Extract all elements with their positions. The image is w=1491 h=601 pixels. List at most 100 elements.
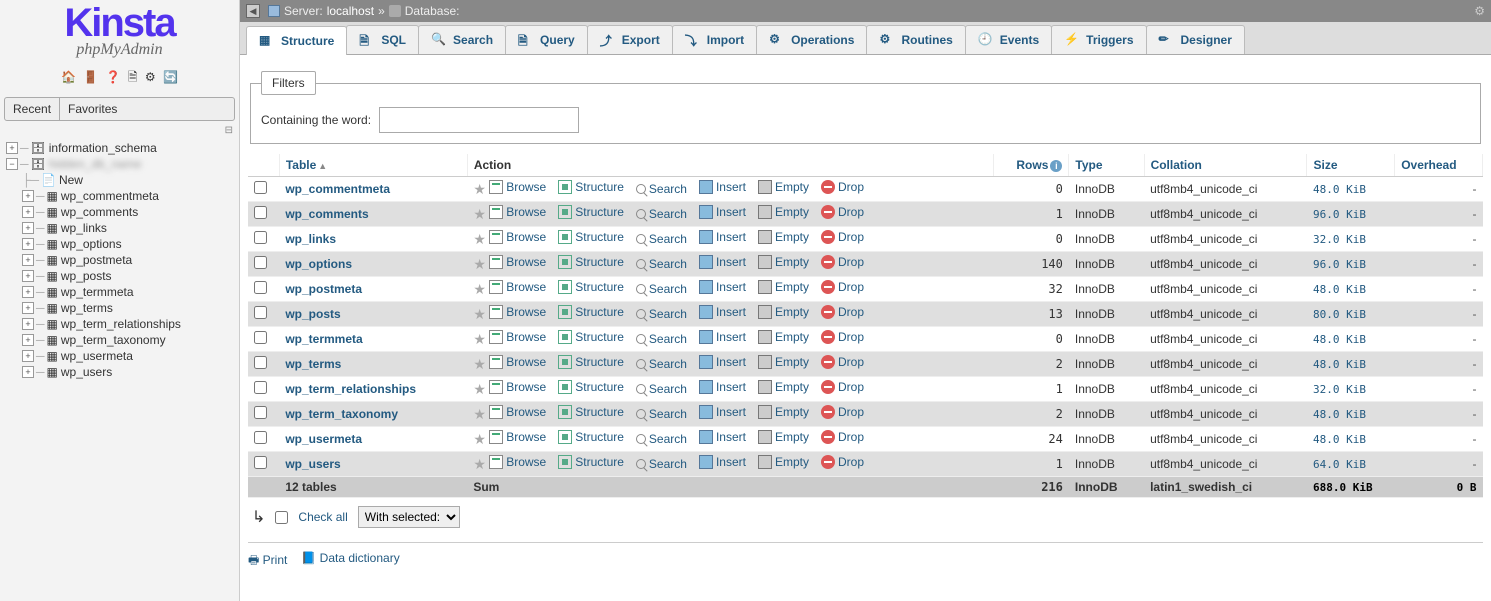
checkall-label[interactable]: Check all	[298, 510, 347, 524]
insert-link[interactable]: Insert	[699, 380, 746, 394]
col-rows[interactable]: Rows	[1016, 158, 1048, 172]
sql-icon[interactable]: 🗎	[128, 70, 138, 84]
browse-link[interactable]: Browse	[489, 330, 546, 344]
browse-link[interactable]: Browse	[489, 305, 546, 319]
info-icon[interactable]: i	[1050, 160, 1062, 172]
expand-icon[interactable]: +	[22, 302, 34, 314]
table-name-link[interactable]: wp_comments	[285, 207, 368, 221]
favorite-star-icon[interactable]: ★	[473, 456, 486, 472]
expand-icon[interactable]: +	[22, 350, 34, 362]
tree-new[interactable]: ├─📄 New	[2, 172, 237, 188]
expand-icon[interactable]: +	[22, 238, 34, 250]
insert-link[interactable]: Insert	[699, 205, 746, 219]
col-overhead[interactable]: Overhead	[1401, 158, 1456, 172]
empty-link[interactable]: Empty	[758, 380, 809, 394]
docs-icon[interactable]: ❓	[106, 70, 121, 84]
drop-link[interactable]: Drop	[821, 355, 864, 369]
table-name-link[interactable]: wp_postmeta	[285, 282, 362, 296]
tree-table[interactable]: +─▦wp_commentmeta	[2, 188, 237, 204]
search-link[interactable]: Search	[636, 282, 687, 296]
favorites-tab[interactable]: Favorites	[59, 98, 125, 120]
favorite-star-icon[interactable]: ★	[473, 331, 486, 347]
insert-link[interactable]: Insert	[699, 280, 746, 294]
structure-link[interactable]: Structure	[558, 255, 624, 269]
tree-table[interactable]: +─▦wp_users	[2, 364, 237, 380]
row-checkbox[interactable]	[254, 406, 267, 419]
empty-link[interactable]: Empty	[758, 355, 809, 369]
tab-structure[interactable]: ▦Structure	[246, 26, 347, 55]
gear-icon[interactable]: ⚙	[1474, 4, 1485, 18]
collapse-icon[interactable]: ⊟	[0, 125, 239, 136]
structure-link[interactable]: Structure	[558, 405, 624, 419]
browse-link[interactable]: Browse	[489, 430, 546, 444]
empty-link[interactable]: Empty	[758, 305, 809, 319]
insert-link[interactable]: Insert	[699, 355, 746, 369]
nav-back-icon[interactable]: ◀	[246, 4, 260, 18]
table-name-link[interactable]: wp_posts	[285, 307, 340, 321]
row-checkbox[interactable]	[254, 206, 267, 219]
structure-link[interactable]: Structure	[558, 230, 624, 244]
server-link[interactable]: localhost	[327, 4, 374, 18]
row-checkbox[interactable]	[254, 456, 267, 469]
home-icon[interactable]: 🏠	[61, 70, 76, 84]
insert-link[interactable]: Insert	[699, 255, 746, 269]
recent-tab[interactable]: Recent	[5, 98, 59, 120]
structure-link[interactable]: Structure	[558, 380, 624, 394]
filter-input[interactable]	[379, 107, 579, 133]
tab-events[interactable]: 🕘Events	[965, 25, 1052, 54]
search-link[interactable]: Search	[636, 182, 687, 196]
drop-link[interactable]: Drop	[821, 430, 864, 444]
tree-table[interactable]: +─▦wp_posts	[2, 268, 237, 284]
table-name-link[interactable]: wp_options	[285, 257, 352, 271]
reload-icon[interactable]: 🔄	[163, 70, 178, 84]
table-name-link[interactable]: wp_commentmeta	[285, 182, 390, 196]
browse-link[interactable]: Browse	[489, 280, 546, 294]
structure-link[interactable]: Structure	[558, 205, 624, 219]
empty-link[interactable]: Empty	[758, 430, 809, 444]
row-checkbox[interactable]	[254, 281, 267, 294]
browse-link[interactable]: Browse	[489, 180, 546, 194]
empty-link[interactable]: Empty	[758, 205, 809, 219]
settings-icon[interactable]: ⚙	[145, 70, 156, 84]
row-checkbox[interactable]	[254, 331, 267, 344]
row-checkbox[interactable]	[254, 306, 267, 319]
structure-link[interactable]: Structure	[558, 180, 624, 194]
insert-link[interactable]: Insert	[699, 180, 746, 194]
table-name-link[interactable]: wp_termmeta	[285, 332, 362, 346]
search-link[interactable]: Search	[636, 257, 687, 271]
search-link[interactable]: Search	[636, 382, 687, 396]
favorite-star-icon[interactable]: ★	[473, 356, 486, 372]
empty-link[interactable]: Empty	[758, 180, 809, 194]
insert-link[interactable]: Insert	[699, 305, 746, 319]
row-checkbox[interactable]	[254, 181, 267, 194]
search-link[interactable]: Search	[636, 307, 687, 321]
col-size[interactable]: Size	[1313, 158, 1337, 172]
table-name-link[interactable]: wp_usermeta	[285, 432, 362, 446]
favorite-star-icon[interactable]: ★	[473, 181, 486, 197]
table-name-link[interactable]: wp_terms	[285, 357, 341, 371]
tab-search[interactable]: 🔍Search	[418, 25, 506, 54]
empty-link[interactable]: Empty	[758, 255, 809, 269]
expand-icon[interactable]: +	[22, 334, 34, 346]
col-collation[interactable]: Collation	[1151, 158, 1202, 172]
tab-operations[interactable]: ⚙Operations	[756, 25, 867, 54]
tab-import[interactable]: ⤵Import	[672, 25, 757, 54]
favorite-star-icon[interactable]: ★	[473, 231, 486, 247]
structure-link[interactable]: Structure	[558, 355, 624, 369]
structure-link[interactable]: Structure	[558, 430, 624, 444]
row-checkbox[interactable]	[254, 231, 267, 244]
with-selected[interactable]: With selected:	[358, 506, 460, 528]
drop-link[interactable]: Drop	[821, 280, 864, 294]
drop-link[interactable]: Drop	[821, 405, 864, 419]
table-name-link[interactable]: wp_links	[285, 232, 336, 246]
structure-link[interactable]: Structure	[558, 305, 624, 319]
browse-link[interactable]: Browse	[489, 455, 546, 469]
insert-link[interactable]: Insert	[699, 330, 746, 344]
search-link[interactable]: Search	[636, 207, 687, 221]
tree-table[interactable]: +─▦wp_termmeta	[2, 284, 237, 300]
search-link[interactable]: Search	[636, 357, 687, 371]
tab-triggers[interactable]: ⚡Triggers	[1051, 25, 1146, 54]
search-link[interactable]: Search	[636, 457, 687, 471]
col-type[interactable]: Type	[1075, 158, 1102, 172]
browse-link[interactable]: Browse	[489, 355, 546, 369]
